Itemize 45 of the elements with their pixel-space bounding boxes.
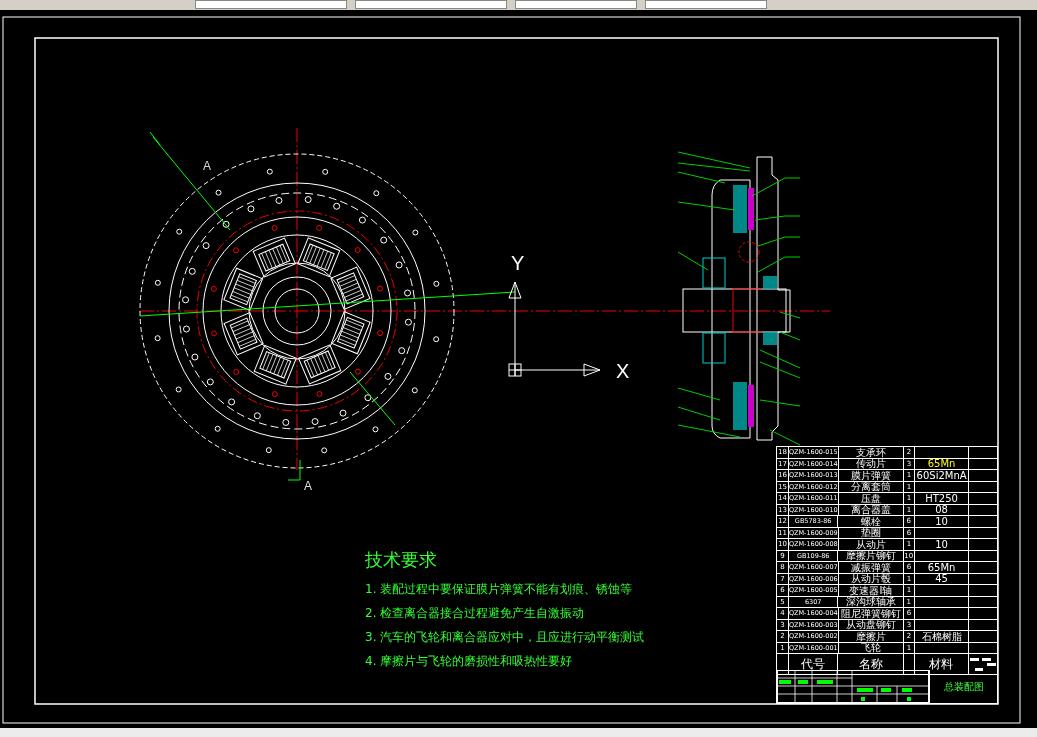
table-header: 代号	[788, 654, 839, 674]
table-cell: 摩擦片	[838, 631, 904, 642]
ucs-axis-icon	[508, 281, 601, 377]
toolbar-field[interactable]	[195, 0, 347, 9]
table-cell: 60Si2MnA	[916, 469, 967, 481]
tech-requirement-item: 2. 检查离合器接合过程避免产生自激振动	[365, 605, 586, 622]
section-label: A	[203, 159, 211, 173]
table-cell: 10	[935, 538, 948, 550]
table-cell: 飞轮	[838, 642, 904, 653]
table-cell: 深沟球轴承	[838, 596, 904, 607]
tech-requirements-title: 技术要求	[365, 548, 438, 572]
tech-requirement-item: 3. 汽车的飞轮和离合器应对中，且应进行动平衡测试	[365, 629, 645, 646]
table-cell: 螺栓	[838, 516, 904, 527]
table-header: 材料	[914, 654, 969, 674]
table-cell: 65Mn	[927, 561, 956, 573]
table-cell: 08	[935, 504, 948, 516]
table-cell: 变速器I轴	[838, 585, 904, 596]
table-cell: 10	[935, 515, 948, 527]
tech-requirement-item: 1. 装配过程中要保证膜片弹簧不能有划痕、锈蚀等	[365, 581, 634, 598]
table-cell: 支承环	[838, 447, 904, 458]
table-cell: 分离套筒	[838, 481, 904, 492]
drawing-title: 总装配图	[929, 670, 997, 703]
table-cell: 从动片毂	[838, 573, 904, 584]
toolbar-field[interactable]	[515, 0, 637, 9]
table-cell: 石棉树脂	[921, 630, 962, 642]
table-cell: 垫圈	[838, 527, 904, 538]
table-cell: HT250	[925, 492, 958, 504]
table-cell: 阻尼弹簧铆钉	[838, 608, 904, 619]
table-cell: 摩擦片铆钉	[838, 550, 904, 561]
toolbar-field[interactable]	[355, 0, 507, 9]
toolbar-field[interactable]	[645, 0, 767, 9]
tech-requirement-item: 4. 摩擦片与飞轮的磨损性和吸热性要好	[365, 653, 574, 670]
axis-label: Y	[511, 252, 525, 274]
table-cell: 压盘	[838, 493, 904, 504]
table-cell: 从动盘铆钉	[838, 619, 904, 630]
table-cell: 膜片弹簧	[838, 470, 904, 481]
axis-label: X	[616, 360, 630, 382]
section-label: A	[304, 479, 312, 493]
table-cell: 从动片	[838, 539, 904, 550]
table-cell: 离合器盖	[838, 504, 904, 515]
table-cell: 45	[935, 573, 948, 585]
table-cell: 传动片	[838, 458, 904, 469]
table-cell: 65Mn	[927, 458, 956, 470]
table-cell: 减振弹簧	[838, 562, 904, 573]
table-header: 名称	[838, 654, 904, 674]
